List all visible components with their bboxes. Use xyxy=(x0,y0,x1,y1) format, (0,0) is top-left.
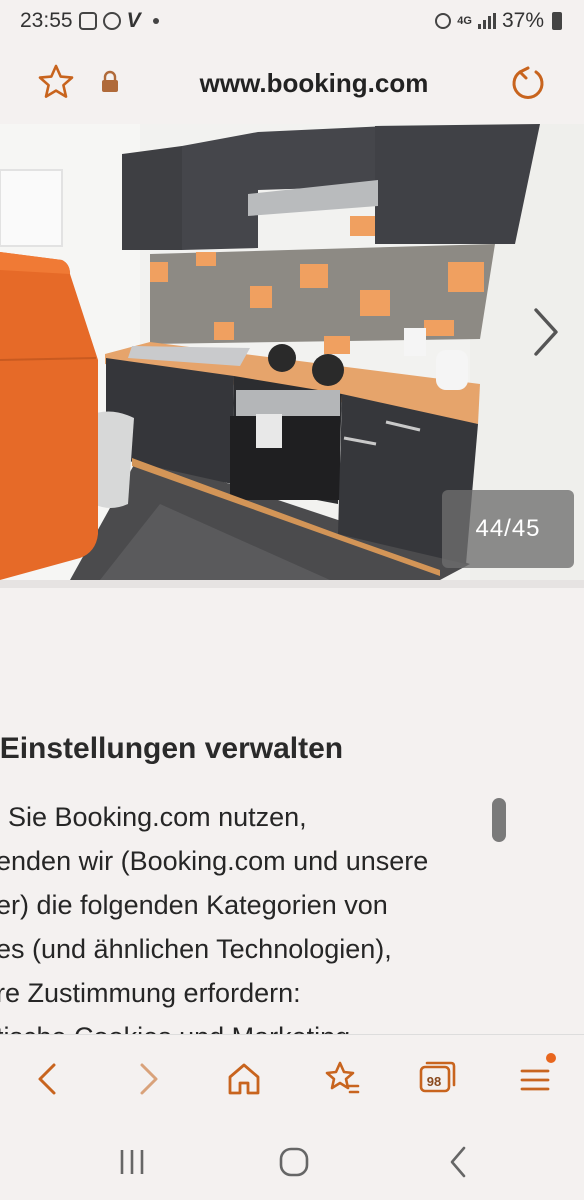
cookie-text-line: tische Cookies und Marketing xyxy=(0,1022,350,1034)
gallery-photo[interactable]: 44/45 xyxy=(0,124,584,580)
menu-button[interactable] xyxy=(514,1053,558,1101)
cookie-text-line: Sie Booking.com nutzen, xyxy=(8,802,307,832)
browser-toolbar: 98 xyxy=(0,1034,584,1122)
back-nav-icon[interactable] xyxy=(440,1144,476,1180)
menu-icon xyxy=(520,1069,550,1091)
system-nav-bar xyxy=(0,1122,584,1200)
forward-chevron-icon[interactable] xyxy=(126,1057,170,1101)
gallery-icon xyxy=(78,12,97,30)
cookie-settings-panel: kie-Einstellungen verwalten Sie Booking.… xyxy=(0,588,584,1034)
tabs-button[interactable]: 98 xyxy=(414,1057,458,1101)
bookmarks-star-list-icon[interactable] xyxy=(320,1057,364,1101)
status-right: 4G 37% xyxy=(435,9,562,33)
battery-icon xyxy=(552,12,562,30)
alarm-icon xyxy=(435,13,452,29)
home-icon[interactable] xyxy=(222,1057,266,1101)
status-indicator: V xyxy=(126,9,141,32)
cookie-text-line: re Zustimmung erfordern: xyxy=(0,978,301,1008)
next-photo-chevron-icon[interactable] xyxy=(530,304,562,360)
browser-screen: 23:55 V 4G 37% www.booking.com 44/45 Ein… xyxy=(0,0,584,1200)
reload-icon[interactable] xyxy=(508,64,548,104)
back-chevron-icon[interactable] xyxy=(26,1057,70,1101)
network-type: 4G xyxy=(457,14,472,27)
url-text[interactable]: www.booking.com xyxy=(0,68,584,99)
section-divider xyxy=(0,580,584,588)
status-time: 23:55 xyxy=(20,9,73,32)
scrollbar-thumb[interactable] xyxy=(492,798,506,842)
notification-dot-icon xyxy=(546,1053,556,1063)
recent-apps-icon[interactable] xyxy=(114,1144,150,1180)
photo-counter: 44/45 xyxy=(442,490,574,568)
tabs-count: 98 xyxy=(426,1073,442,1089)
notification-dot-icon xyxy=(152,18,159,24)
status-left: 23:55 V xyxy=(20,9,159,33)
status-bar: 23:55 V 4G 37% xyxy=(0,0,584,42)
cookie-text-line: er) die folgenden Kategorien von xyxy=(0,890,388,920)
cookie-text-line: enden wir (Booking.com und unsere xyxy=(0,846,429,876)
signal-icon xyxy=(477,13,496,29)
viber-icon xyxy=(102,12,121,30)
cookie-heading: kie-Einstellungen verwalten xyxy=(0,732,344,765)
url-bar: www.booking.com xyxy=(0,42,584,124)
battery-percent: 37% xyxy=(501,9,544,32)
home-nav-icon[interactable] xyxy=(276,1144,312,1180)
cookie-text-line: es (und ähnlichen Technologien), xyxy=(0,934,392,964)
